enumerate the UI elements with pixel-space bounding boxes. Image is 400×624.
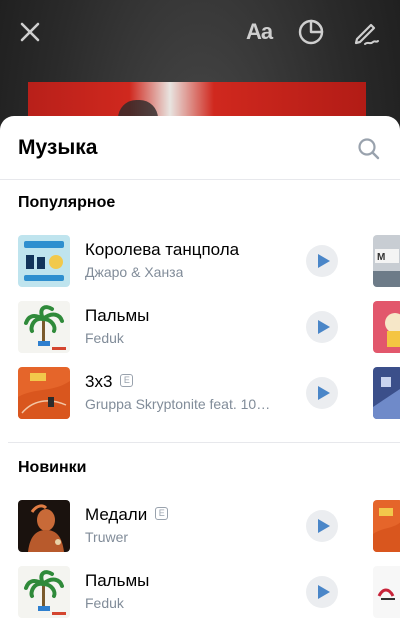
track-row[interactable]: Медали E Truwer [0,496,400,556]
play-icon [317,320,330,334]
album-cover [18,500,70,552]
play-button[interactable] [306,311,338,343]
svg-text:M: M [377,252,385,263]
pencil-icon [354,23,379,45]
track-row[interactable]: Пальмы Feduk [0,562,400,622]
draw-tool-button[interactable] [350,16,382,48]
section-divider [8,442,400,443]
music-sheet: Музыка Популярное Королева танцпола Джар… [0,116,400,624]
explicit-badge: E [155,507,169,521]
section-title-popular: Популярное [18,194,116,211]
search-icon [358,138,380,160]
play-button[interactable] [306,377,338,409]
track-artist: Truwer [85,529,129,545]
sheet-title: Музыка [18,136,98,159]
play-button[interactable] [306,245,338,277]
play-icon [317,585,330,599]
track-artist: Feduk [85,595,124,611]
album-cover [18,301,70,353]
next-page-cover[interactable] [373,566,400,618]
track-title: 3x3 E [85,372,134,392]
search-button[interactable] [356,136,382,162]
text-tool-label: Aa [245,19,273,44]
sticker-tool-button[interactable] [295,16,327,48]
track-row[interactable]: Королева танцпола Джаро & Ханза M [0,231,400,291]
album-cover [18,235,70,287]
album-cover [18,566,70,618]
next-page-cover[interactable] [373,500,400,552]
track-artist: Gruppa Skryptonite feat. 10… [85,396,271,412]
track-title: Пальмы [85,571,150,590]
track-title: Медали E [85,505,169,525]
explicit-badge: E [120,374,134,388]
play-icon [317,386,330,400]
section-title-new: Новинки [18,459,87,476]
next-page-cover[interactable] [373,301,400,353]
play-button[interactable] [306,510,338,542]
close-button[interactable] [14,16,46,48]
track-artist: Feduk [85,330,124,346]
track-title: Королева танцпола [85,240,240,259]
next-page-cover[interactable]: M [373,235,400,287]
album-cover [18,367,70,419]
play-icon [317,519,330,533]
play-icon [317,254,330,268]
play-button[interactable] [306,576,338,608]
track-artist: Джаро & Ханза [85,264,184,280]
track-row[interactable]: 3x3 E Gruppa Skryptonite feat. 10… [0,363,400,423]
text-tool-button[interactable]: Aa [240,16,278,48]
track-title: Пальмы [85,306,150,325]
track-row[interactable]: Пальмы Feduk [0,297,400,357]
close-icon [20,22,40,42]
next-page-cover[interactable] [373,367,400,419]
sheet-header: Музыка [0,116,400,180]
sticker-icon [298,19,324,45]
